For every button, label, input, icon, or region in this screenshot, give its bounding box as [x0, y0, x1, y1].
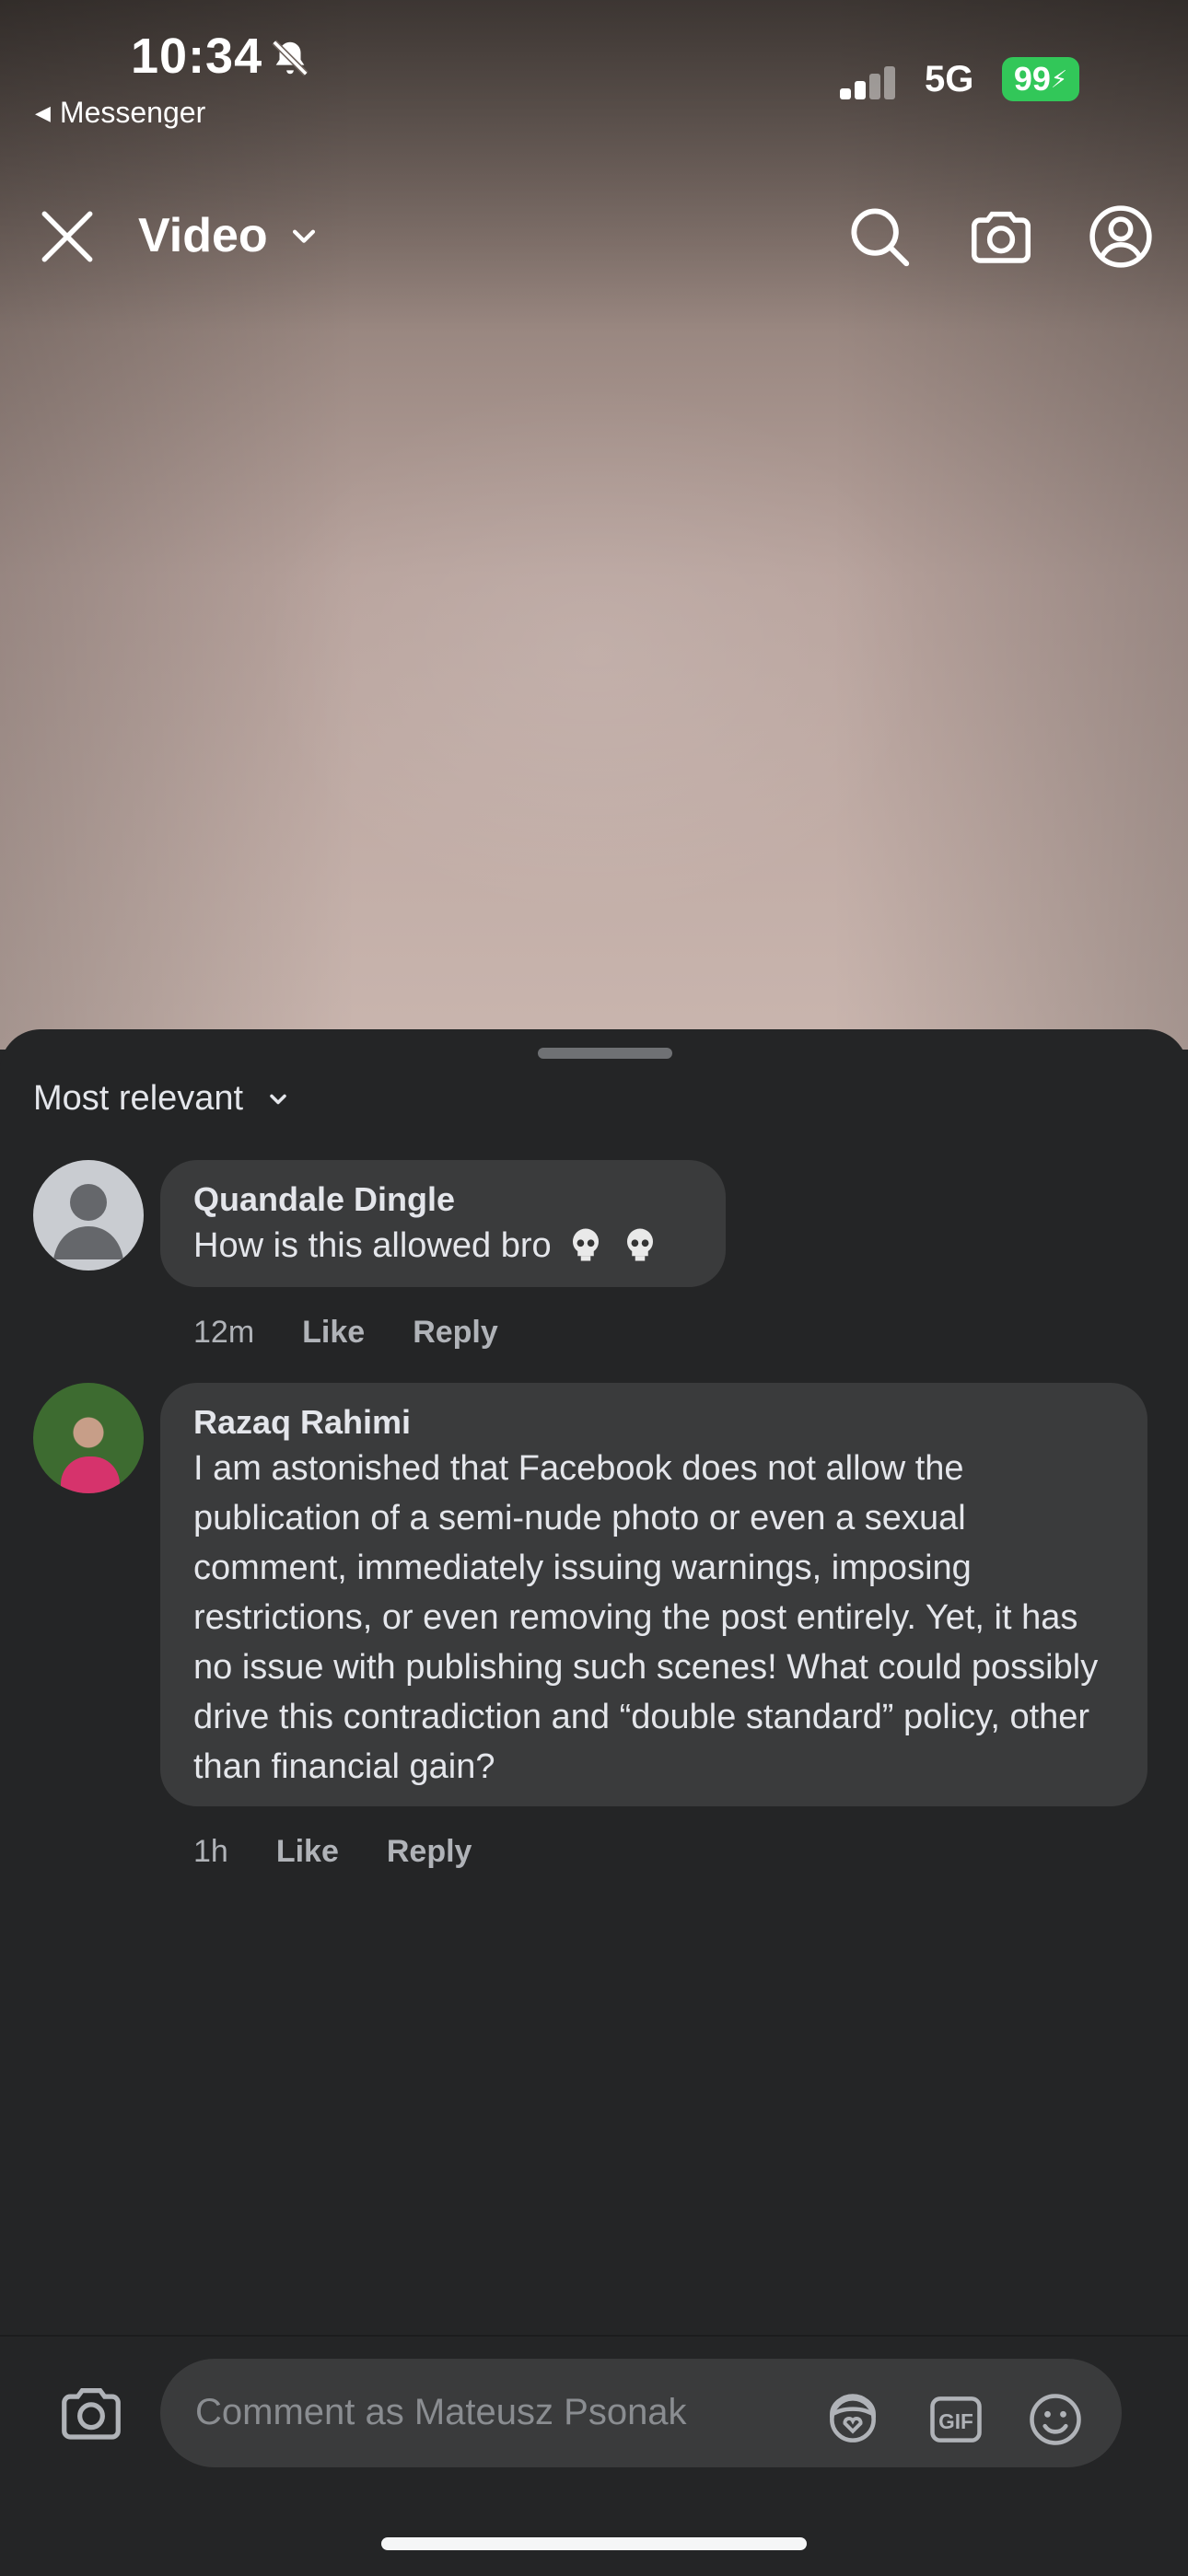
close-button[interactable] [33, 203, 101, 271]
comment-text: I am astonished that Facebook does not a… [193, 1449, 1099, 1786]
battery-indicator: 99 ⚡ [1002, 57, 1079, 101]
comment-time: 1h [193, 1834, 228, 1869]
sort-dropdown[interactable]: Most relevant [33, 1079, 291, 1119]
comment-input-placeholder: Comment as Mateusz Psonak [195, 2392, 687, 2432]
bell-slash-icon [272, 40, 309, 76]
video-title-dropdown[interactable]: Video [138, 208, 320, 263]
comment-actions: 12m Like Reply [193, 1315, 498, 1351]
reply-button[interactable]: Reply [413, 1315, 498, 1351]
avatar-sticker-icon[interactable] [821, 2388, 884, 2451]
sheet-drag-handle[interactable] [538, 1048, 672, 1059]
like-button[interactable]: Like [302, 1315, 365, 1351]
avatar-photo-detail [61, 1456, 120, 1493]
chevron-down-icon [270, 1094, 286, 1104]
back-app-label: Messenger [59, 96, 206, 129]
home-indicator[interactable] [381, 2537, 807, 2550]
camera-icon[interactable] [55, 2377, 127, 2449]
avatar[interactable] [33, 1383, 144, 1493]
skull-emoji-icon [626, 1228, 653, 1261]
comment-input[interactable]: Comment as Mateusz Psonak GIF [160, 2359, 1122, 2467]
reply-button[interactable]: Reply [387, 1834, 472, 1870]
emoji-icon[interactable] [1024, 2388, 1087, 2451]
comment-bubble[interactable]: Quandale Dingle How is this allowed bro [160, 1160, 726, 1287]
avatar[interactable] [33, 1160, 144, 1271]
sort-label: Most relevant [33, 1079, 244, 1118]
video-player[interactable]: 10:34 ◀ Messenger 5G 99 ⚡ Video [0, 0, 1188, 1050]
comment-author[interactable]: Quandale Dingle [193, 1178, 693, 1221]
battery-level: 99 [1013, 60, 1051, 98]
comment-bubble[interactable]: Razaq Rahimi I am astonished that Facebo… [160, 1383, 1147, 1806]
comment-actions: 1h Like Reply [193, 1834, 472, 1870]
signal-icon [840, 66, 895, 99]
back-to-app-link[interactable]: ◀ Messenger [35, 96, 205, 130]
camera-icon[interactable] [965, 201, 1037, 273]
network-type: 5G [925, 59, 974, 99]
status-time: 10:34 [131, 29, 263, 84]
search-icon[interactable] [844, 201, 915, 273]
comment-text: How is this allowed bro [193, 1226, 552, 1265]
svg-text:GIF: GIF [938, 2409, 973, 2433]
skull-emoji-icon [573, 1228, 600, 1261]
comment-time: 12m [193, 1315, 255, 1350]
default-person-icon [53, 1184, 123, 1259]
chevron-down-icon [292, 229, 315, 243]
gif-icon[interactable]: GIF [925, 2388, 987, 2451]
profile-icon[interactable] [1085, 201, 1157, 273]
page-title: Video [138, 209, 268, 262]
like-button[interactable]: Like [276, 1834, 339, 1870]
charging-bolt-icon: ⚡ [1050, 64, 1068, 93]
comment-author[interactable]: Razaq Rahimi [193, 1401, 1114, 1444]
back-triangle-icon: ◀ [35, 100, 51, 124]
